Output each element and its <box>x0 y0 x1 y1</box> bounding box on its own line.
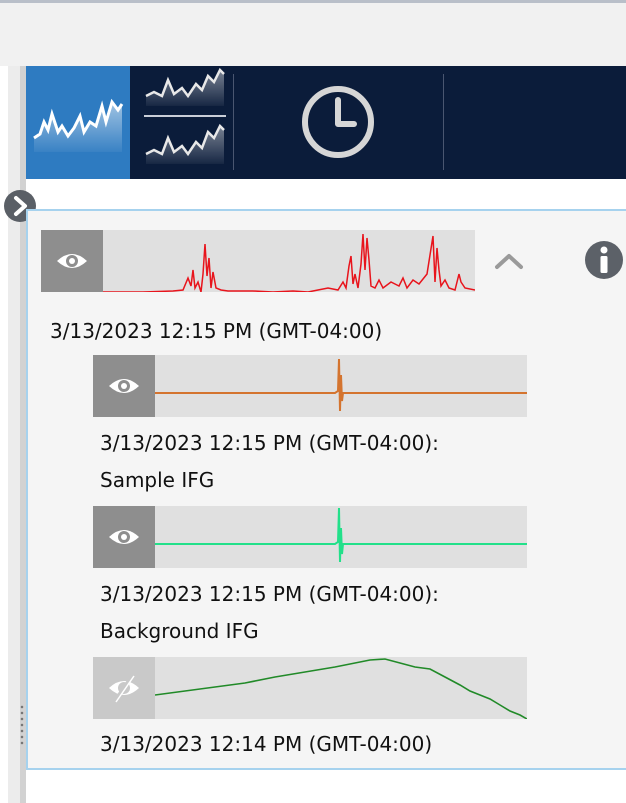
sample-ifg-label-line1: 3/13/2023 12:15 PM (GMT-04:00): <box>100 431 439 455</box>
resize-grip-icon[interactable] <box>20 704 24 746</box>
toolbar-separator <box>443 74 444 170</box>
older-spectrum-label: 3/13/2023 12:14 PM (GMT-04:00) <box>100 732 433 756</box>
eye-icon <box>57 254 87 268</box>
spectrum-line <box>103 233 475 292</box>
info-icon[interactable] <box>584 240 624 280</box>
main-spectrum-timestamp: 3/13/2023 12:15 PM (GMT-04:00) <box>50 319 383 343</box>
stacked-spectra-icon <box>144 67 226 164</box>
chevron-up-icon[interactable] <box>494 251 524 271</box>
visibility-toggle[interactable] <box>41 230 103 292</box>
toolbar-separator <box>233 74 234 170</box>
toolbar <box>26 66 626 179</box>
history-button[interactable] <box>280 66 400 179</box>
sample-ifg-label-line2: Sample IFG <box>100 468 215 492</box>
sample-ifg-thumbnail[interactable] <box>93 355 527 417</box>
background-ifg-trace <box>155 507 527 563</box>
older-spectrum-trace <box>155 658 527 719</box>
main-spectrum-thumbnail[interactable] <box>41 230 475 292</box>
background-ifg-label-line2: Background IFG <box>100 619 259 643</box>
main-spectrum-trace <box>103 233 475 292</box>
eye-hidden-icon <box>109 673 139 703</box>
spectrum-line <box>155 658 527 719</box>
left-gutter <box>8 66 20 803</box>
interferogram-line <box>155 358 527 412</box>
clock-icon <box>302 86 374 158</box>
visibility-toggle[interactable] <box>93 657 155 719</box>
window-top-bar <box>0 0 626 66</box>
eye-icon <box>109 530 139 544</box>
visibility-toggle[interactable] <box>93 506 155 568</box>
background-ifg-label-line1: 3/13/2023 12:15 PM (GMT-04:00): <box>100 582 439 606</box>
older-spectrum-thumbnail[interactable] <box>93 657 527 719</box>
sample-ifg-trace <box>155 358 527 412</box>
single-spectrum-button[interactable] <box>26 66 130 179</box>
background-ifg-thumbnail[interactable] <box>93 506 527 568</box>
eye-icon <box>109 379 139 393</box>
single-spectrum-icon <box>33 98 124 152</box>
interferogram-line <box>155 507 527 563</box>
stacked-spectra-button[interactable] <box>138 66 226 179</box>
visibility-toggle[interactable] <box>93 355 155 417</box>
